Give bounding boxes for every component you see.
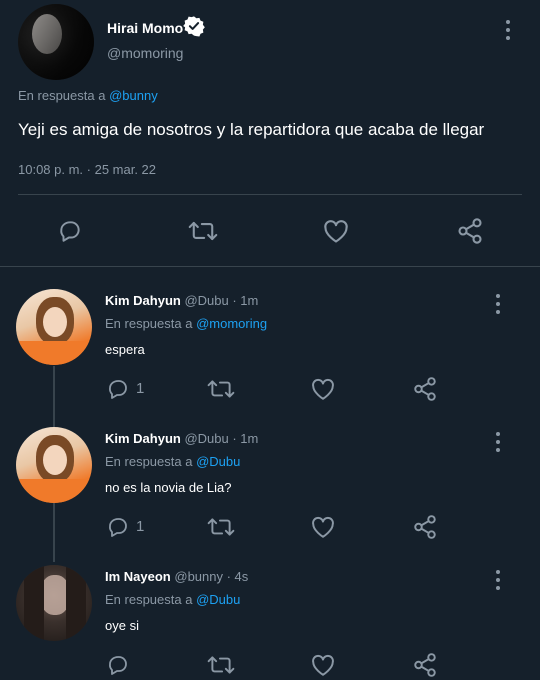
main-author-name[interactable]: Hirai Momo <box>107 20 183 36</box>
main-divider <box>18 194 522 195</box>
more-options-icon[interactable] <box>495 432 501 452</box>
reply-to-link[interactable]: @momoring <box>196 316 267 331</box>
reply-author-name[interactable]: Im Nayeon <box>105 569 171 584</box>
retweet-icon[interactable] <box>207 515 235 539</box>
reply-icon[interactable] <box>57 218 83 244</box>
reply-header: Kim Dahyun @Dubu · 1m <box>105 431 258 446</box>
reply-to-link[interactable]: @Dubu <box>196 454 240 469</box>
retweet-icon[interactable] <box>207 377 235 401</box>
verified-badge-icon <box>183 15 205 42</box>
reply-author-avatar[interactable] <box>16 427 92 503</box>
reply-meta[interactable]: @bunny · 4s <box>174 569 248 584</box>
reply-prefix: En respuesta a <box>105 592 193 607</box>
share-icon[interactable] <box>412 652 438 678</box>
reply-context: En respuesta a @Dubu <box>105 454 240 469</box>
retweet-icon[interactable] <box>207 653 235 677</box>
reply-prefix: En respuesta a <box>105 454 193 469</box>
reply-header: Im Nayeon @bunny · 4s <box>105 569 248 584</box>
like-icon[interactable] <box>322 218 350 244</box>
reply-text: oye si <box>105 618 139 633</box>
reply-icon[interactable] <box>106 515 130 539</box>
reply-meta[interactable]: @Dubu · 1m <box>184 431 258 446</box>
reply-context: En respuesta a @momoring <box>105 316 267 331</box>
reply-icon[interactable] <box>106 377 130 401</box>
more-options-icon[interactable] <box>495 294 501 314</box>
like-icon[interactable] <box>310 653 336 677</box>
reply-author-name[interactable]: Kim Dahyun <box>105 431 181 446</box>
reply-text: no es la novia de Lia? <box>105 480 232 495</box>
reply-context: En respuesta a @Dubu <box>105 592 240 607</box>
reply-prefix: En respuesta a <box>18 88 106 103</box>
section-divider <box>0 266 540 267</box>
main-tweet-timestamp[interactable]: 10:08 p. m. · 25 mar. 22 <box>18 162 156 177</box>
retweet-icon[interactable] <box>188 218 218 244</box>
more-options-icon[interactable] <box>505 20 511 40</box>
main-author-avatar[interactable] <box>18 4 94 80</box>
reply-count: 1 <box>136 380 145 397</box>
reply-meta[interactable]: @Dubu · 1m <box>184 293 258 308</box>
reply-author-name[interactable]: Kim Dahyun <box>105 293 181 308</box>
reply-count: 1 <box>136 518 145 535</box>
reply-header: Kim Dahyun @Dubu · 1m <box>105 293 258 308</box>
share-icon[interactable] <box>412 376 438 402</box>
reply-to-link[interactable]: @bunny <box>109 88 158 103</box>
reply-text: espera <box>105 342 145 357</box>
more-options-icon[interactable] <box>495 570 501 590</box>
reply-prefix: En respuesta a <box>105 316 193 331</box>
reply-to-link[interactable]: @Dubu <box>196 592 240 607</box>
reply-author-avatar[interactable] <box>16 565 92 641</box>
main-tweet-text: Yeji es amiga de nosotros y la repartido… <box>18 120 485 139</box>
main-author-handle[interactable]: @momoring <box>107 45 183 61</box>
main-reply-context: En respuesta a @bunny <box>18 88 158 103</box>
like-icon[interactable] <box>310 377 336 401</box>
reply-icon[interactable] <box>106 653 130 677</box>
share-icon[interactable] <box>412 514 438 540</box>
like-icon[interactable] <box>310 515 336 539</box>
reply-author-avatar[interactable] <box>16 289 92 365</box>
share-icon[interactable] <box>456 217 484 245</box>
